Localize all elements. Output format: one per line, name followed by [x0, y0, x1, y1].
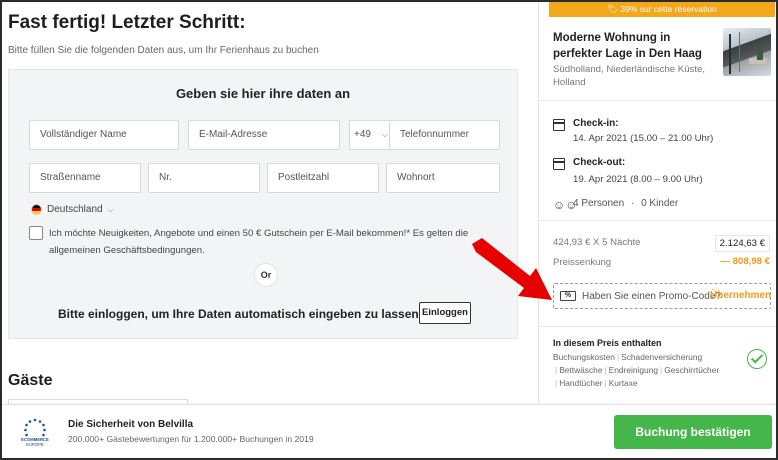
screenshot-frame — [0, 0, 778, 460]
